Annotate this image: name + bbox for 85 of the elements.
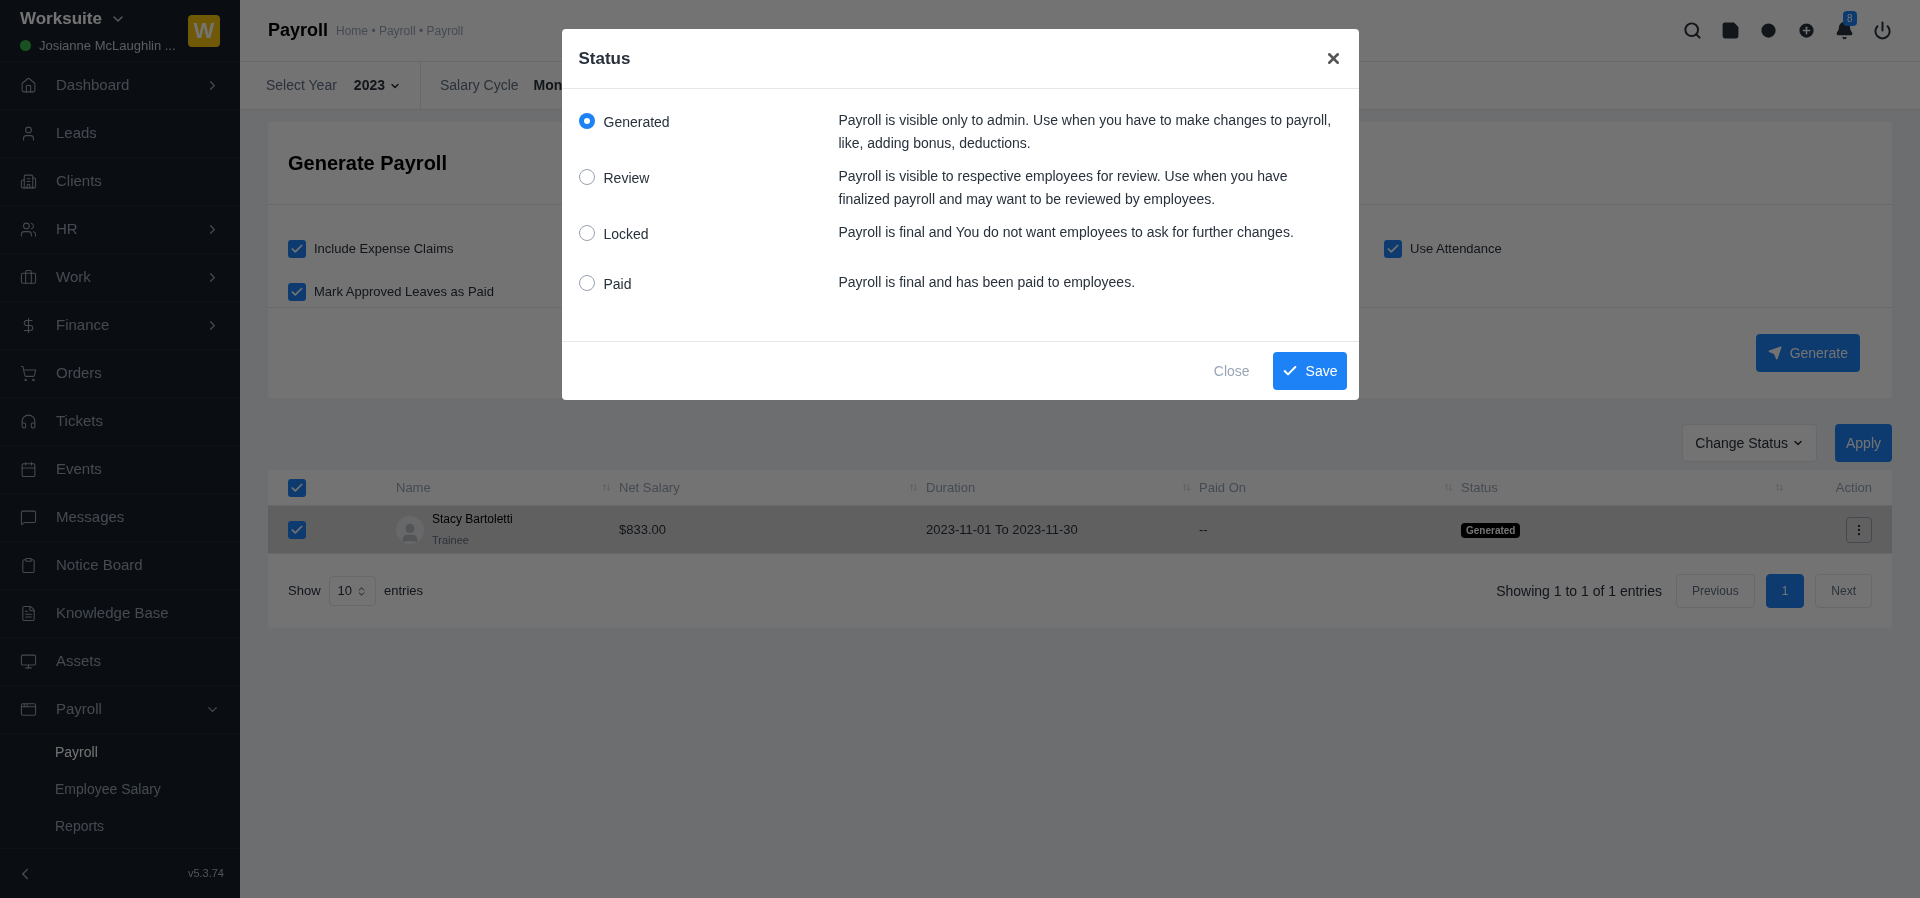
clipboard-icon bbox=[20, 557, 37, 574]
cart-icon bbox=[20, 365, 37, 382]
cycle-dropdown[interactable]: Mon bbox=[533, 75, 563, 96]
year-dropdown[interactable]: 2023 bbox=[353, 75, 401, 96]
sidebar-item[interactable]: Orders bbox=[0, 350, 240, 398]
headset-icon bbox=[20, 413, 37, 430]
show-label: Show bbox=[288, 582, 321, 601]
checkbox-label: Use Attendance bbox=[1410, 239, 1502, 258]
filter-label: Select Year bbox=[266, 76, 337, 95]
document-icon bbox=[20, 605, 37, 622]
dialog-title: Status bbox=[578, 47, 631, 70]
radio-label: Paid bbox=[603, 275, 632, 294]
table-cell-text: $833.00 bbox=[619, 520, 667, 539]
briefcase-icon bbox=[20, 269, 37, 286]
radio-label: Review bbox=[603, 169, 650, 188]
page-button[interactable]: Next bbox=[1815, 574, 1872, 608]
sidebar-item[interactable]: Clients bbox=[0, 158, 240, 206]
sidebar-item[interactable]: Tickets bbox=[0, 398, 240, 446]
caret-icon bbox=[356, 585, 367, 597]
employee-name[interactable]: Stacy Bartoletti bbox=[432, 510, 513, 529]
sidebar-item[interactable]: Finance bbox=[0, 302, 240, 350]
add-icon bbox=[1797, 21, 1816, 40]
option-description: Payroll is visible only to admin. Use when you have to make changes to payroll, like, adding bonus, deductions. bbox=[838, 111, 1333, 153]
radio-button[interactable] bbox=[578, 225, 595, 241]
radio-label: Locked bbox=[603, 225, 649, 244]
radio-button[interactable] bbox=[578, 113, 595, 129]
entries-label: entries bbox=[384, 582, 424, 601]
sidebar-item[interactable]: Leads bbox=[0, 110, 240, 158]
filter-label: Salary Cycle bbox=[440, 76, 519, 95]
save-button[interactable]: Save bbox=[1272, 352, 1347, 390]
radio-button[interactable] bbox=[578, 169, 595, 185]
generate-button[interactable]: Generate bbox=[1755, 334, 1860, 372]
sidebar-item[interactable]: Work bbox=[0, 254, 240, 302]
sidebar-item[interactable]: Events bbox=[0, 446, 240, 494]
submenu-item[interactable]: Reports bbox=[0, 808, 240, 845]
status-badge: Generated bbox=[1461, 522, 1521, 538]
company-logo: W bbox=[188, 14, 220, 47]
user-name: Josianne McLaughlin ... bbox=[39, 36, 176, 55]
checkbox[interactable] bbox=[288, 478, 306, 497]
sidebar-item[interactable]: Knowledge Base bbox=[0, 590, 240, 638]
sidebar-item[interactable]: Notice Board bbox=[0, 542, 240, 590]
option-description: Payroll is final and has been paid to employees. bbox=[838, 273, 1136, 292]
search-icon bbox=[1683, 21, 1702, 40]
table-cell-text: -- bbox=[1199, 520, 1209, 539]
option-description: Payroll is visible to respective employees for review. Use when you have finalized payroll and may want to be reviewed by employees. bbox=[838, 167, 1289, 209]
page-size-select[interactable]: 10 bbox=[328, 576, 376, 606]
monitor-icon bbox=[20, 653, 37, 670]
sidebar-item[interactable]: Messages bbox=[0, 494, 240, 542]
note-icon bbox=[1721, 21, 1740, 40]
close-button[interactable]: Close bbox=[1213, 360, 1250, 382]
sidebar-item[interactable]: Payroll bbox=[0, 686, 240, 734]
checkbox[interactable] bbox=[288, 520, 306, 539]
version-label: v5.3.74 bbox=[187, 866, 224, 882]
table-cell-text: 2023-11-01 To 2023-11-30 bbox=[926, 520, 1079, 539]
status-dropdown[interactable]: Change Status bbox=[1682, 424, 1817, 462]
user-icon bbox=[20, 125, 37, 142]
calendar-icon bbox=[20, 461, 37, 478]
option-description: Payroll is final and You do not want employees to ask for further changes. bbox=[838, 223, 1295, 242]
window-icon bbox=[20, 701, 37, 718]
checkbox-label: Include Expense Claims bbox=[314, 239, 454, 258]
users-icon bbox=[20, 221, 37, 238]
send-icon bbox=[1767, 346, 1782, 360]
submenu-item[interactable]: Payroll bbox=[0, 734, 240, 771]
table-summary: Showing 1 to 1 of 1 entries bbox=[1496, 581, 1662, 601]
chat-icon bbox=[20, 509, 37, 526]
checkbox[interactable] bbox=[1384, 239, 1402, 258]
apply-button[interactable]: Apply bbox=[1834, 424, 1892, 462]
checkbox[interactable] bbox=[288, 239, 306, 258]
radio-button[interactable] bbox=[578, 275, 595, 291]
radio-label: Generated bbox=[603, 113, 670, 132]
submenu-item[interactable]: Employee Salary bbox=[0, 771, 240, 808]
sidebar-item[interactable]: HR bbox=[0, 206, 240, 254]
building-icon bbox=[20, 173, 37, 190]
notification-badge: 8 bbox=[1843, 11, 1857, 26]
home-icon bbox=[20, 77, 37, 94]
checkbox[interactable] bbox=[288, 282, 306, 301]
brand-name[interactable]: Worksuite bbox=[20, 6, 102, 32]
power-icon bbox=[1873, 21, 1892, 40]
page-button[interactable]: 1 bbox=[1765, 574, 1805, 608]
action-menu-button[interactable] bbox=[1846, 516, 1872, 543]
page-title: Payroll bbox=[268, 19, 329, 42]
checkbox-label: Mark Approved Leaves as Paid bbox=[314, 282, 494, 301]
sidebar-item[interactable]: Assets bbox=[0, 638, 240, 686]
page-button[interactable]: Previous bbox=[1675, 574, 1755, 608]
card-title: Generate Payroll bbox=[288, 151, 447, 176]
